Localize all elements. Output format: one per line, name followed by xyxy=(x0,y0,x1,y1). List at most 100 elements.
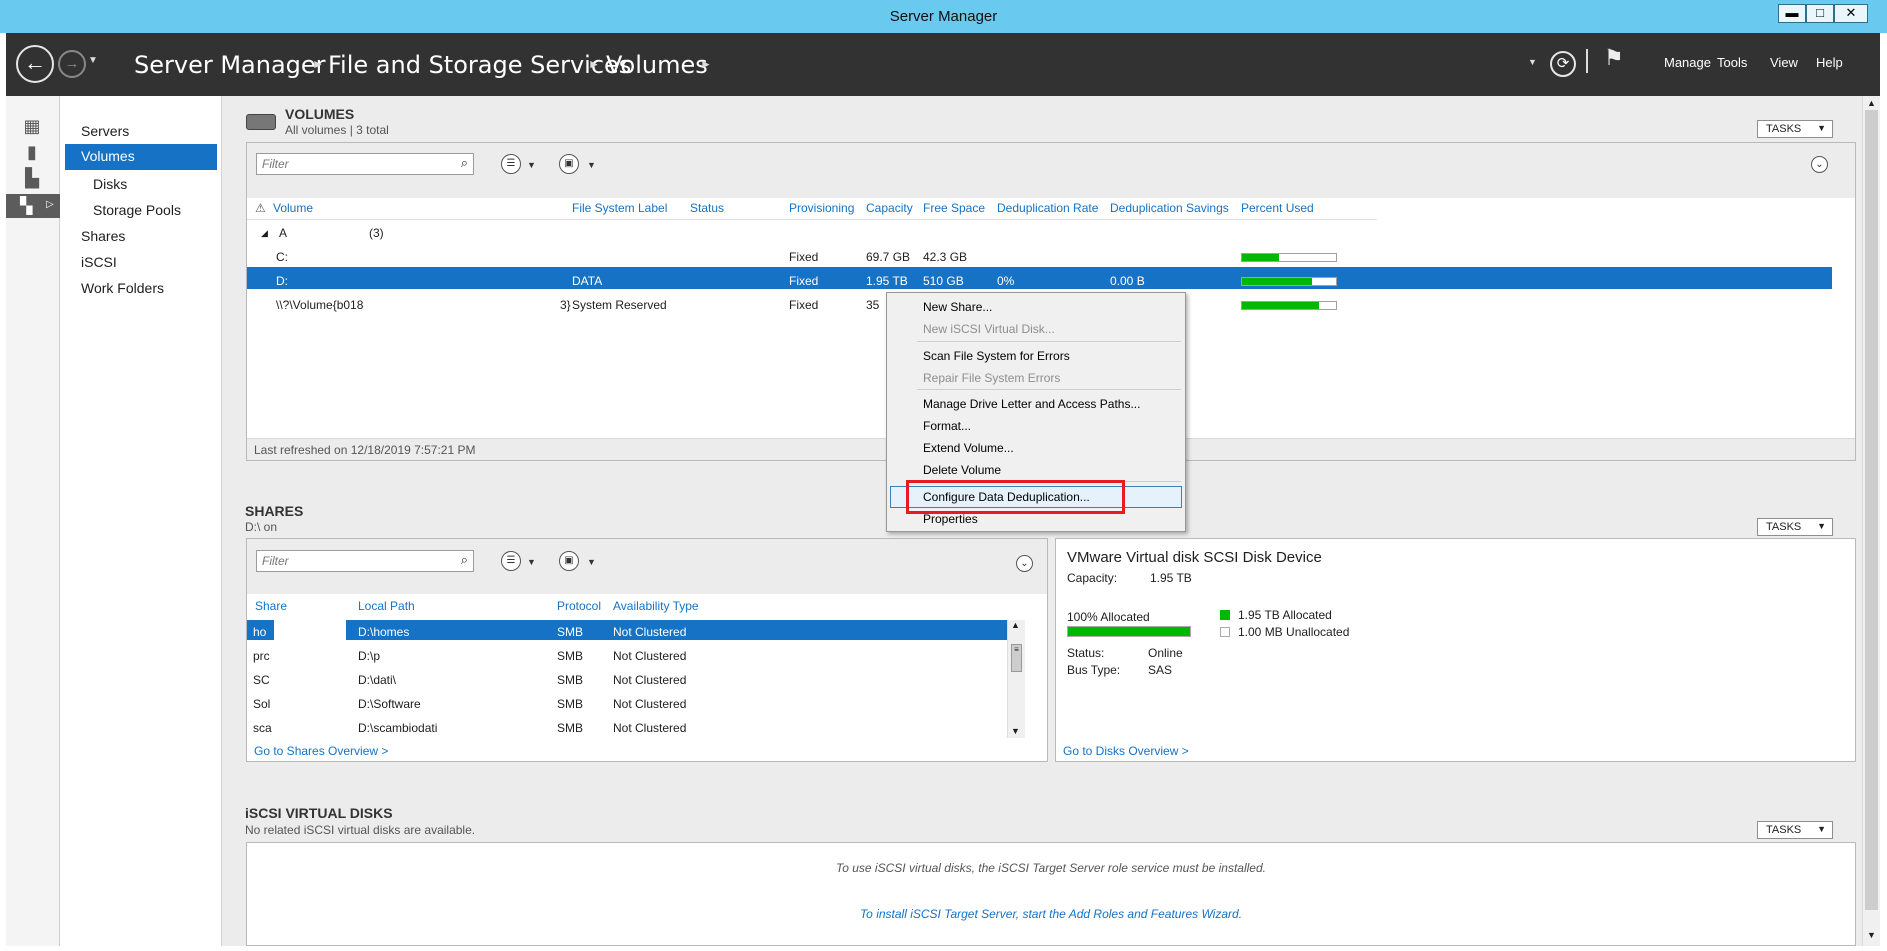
nav-item-storage-pools[interactable]: Storage Pools xyxy=(93,202,181,218)
search-icon[interactable]: ⌕ xyxy=(461,552,468,568)
notifications-flag-icon[interactable]: ⚑ xyxy=(1604,45,1624,71)
col-volume[interactable]: Volume xyxy=(273,201,313,215)
tasks-label: TASKS xyxy=(1766,824,1802,836)
iscsi-tasks-button[interactable]: TASKS ▼ xyxy=(1757,821,1833,839)
refresh-icon[interactable]: ⟳ xyxy=(1550,51,1576,77)
forward-arrow-icon[interactable]: → xyxy=(58,50,86,78)
menu-item-delete-volume[interactable]: Delete Volume xyxy=(923,463,1001,477)
save-query-icon[interactable]: ▣ xyxy=(559,551,579,571)
chevron-down-icon[interactable]: ▼ xyxy=(587,160,596,170)
save-query-icon[interactable]: ▣ xyxy=(559,154,579,174)
share-row-4-share[interactable]: Sol xyxy=(253,697,270,711)
menu-item-format[interactable]: Format... xyxy=(923,419,971,433)
volumes-tasks-button[interactable]: TASKS ▼ xyxy=(1757,120,1833,138)
close-button[interactable]: ✕ xyxy=(1834,4,1868,23)
go-to-disks-overview-link[interactable]: Go to Disks Overview > xyxy=(1063,744,1189,758)
col-dedup-rate[interactable]: Deduplication Rate xyxy=(997,201,1098,215)
minimize-button[interactable]: ▬ xyxy=(1778,4,1806,23)
menu-item-new-share[interactable]: New Share... xyxy=(923,300,992,314)
iscsi-install-link[interactable]: To install iSCSI Target Server, start th… xyxy=(247,907,1855,921)
menu-help[interactable]: Help xyxy=(1816,55,1843,70)
scroll-thumb[interactable] xyxy=(1865,110,1878,910)
col-capacity[interactable]: Capacity xyxy=(866,201,913,215)
scroll-up-icon[interactable]: ▲ xyxy=(1011,620,1020,630)
disk-tasks-button[interactable]: TASKS ▼ xyxy=(1757,518,1833,536)
dashboard-icon[interactable]: ▦ xyxy=(18,116,46,142)
nav-item-servers[interactable]: Servers xyxy=(81,123,129,139)
col-protocol[interactable]: Protocol xyxy=(557,599,601,613)
go-to-shares-overview-link[interactable]: Go to Shares Overview > xyxy=(254,744,388,758)
col-free-space[interactable]: Free Space xyxy=(923,201,985,215)
share-row-3-share[interactable]: SC xyxy=(253,673,270,687)
chevron-down-icon[interactable]: ▼ xyxy=(587,557,596,567)
group-expand-icon[interactable]: ◢ xyxy=(261,228,268,239)
scroll-down-icon[interactable]: ▼ xyxy=(1867,930,1876,940)
breadcrumb-server-manager[interactable]: Server Manager xyxy=(134,51,326,79)
collapse-icon[interactable]: ⌄ xyxy=(1016,555,1033,572)
back-arrow-icon[interactable]: ← xyxy=(16,45,54,83)
col-percent-used[interactable]: Percent Used xyxy=(1241,201,1314,215)
breadcrumb-volumes[interactable]: Volumes xyxy=(606,51,708,79)
vol-row-2-selected[interactable] xyxy=(247,267,1832,289)
shares-subtitle: D:\ on xyxy=(245,520,278,534)
col-share[interactable]: Share xyxy=(255,599,287,613)
scroll-up-icon[interactable]: ▲ xyxy=(1867,98,1876,108)
menu-item-properties[interactable]: Properties xyxy=(923,512,978,526)
file-storage-rail-selected[interactable]: ▚ ▷ xyxy=(6,194,60,218)
all-servers-icon[interactable]: ▙ xyxy=(18,168,46,194)
col-fs-label[interactable]: File System Label xyxy=(572,201,667,215)
volumes-filter-input[interactable]: Filter ⌕ xyxy=(256,153,474,175)
search-icon[interactable]: ⌕ xyxy=(461,155,468,171)
page-scrollbar[interactable]: ▲ ▼ xyxy=(1862,96,1880,946)
vol-row-1-capacity: 69.7 GB xyxy=(866,250,911,264)
nav-pane: Servers Volumes Disks Storage Pools Shar… xyxy=(60,96,222,946)
col-provisioning[interactable]: Provisioning xyxy=(789,201,854,215)
dropdown-icon[interactable]: ▼ xyxy=(1528,57,1537,67)
list-options-icon[interactable]: ☰ xyxy=(501,154,521,174)
disk-allocated-percent: 100% Allocated xyxy=(1067,610,1150,624)
nav-item-work-folders[interactable]: Work Folders xyxy=(81,280,164,296)
shares-scrollbar[interactable]: ▲ ≡ ▼ xyxy=(1007,620,1025,738)
chevron-down-icon: ▼ xyxy=(1817,824,1826,834)
window-titlebar: Server Manager ▬ □ ✕ xyxy=(0,0,1887,33)
col-status[interactable]: Status xyxy=(690,201,724,215)
breadcrumb-file-storage[interactable]: File and Storage Services xyxy=(328,51,631,79)
maximize-button[interactable]: □ xyxy=(1806,4,1834,23)
col-dedup-savings[interactable]: Deduplication Savings xyxy=(1110,201,1229,215)
nav-item-volumes[interactable]: Volumes xyxy=(65,144,217,170)
volumes-title: VOLUMES xyxy=(285,106,355,122)
share-row-2-share[interactable]: prc xyxy=(253,649,270,663)
redacted-block xyxy=(274,620,346,640)
vol-row-3-label: System Reserved xyxy=(572,298,667,312)
menu-item-scan-fs[interactable]: Scan File System for Errors xyxy=(923,349,1070,363)
group-label: A xyxy=(279,226,288,240)
nav-item-disks[interactable]: Disks xyxy=(93,176,127,192)
history-dropdown-icon[interactable]: ▼ xyxy=(88,55,98,66)
shares-filter-input[interactable]: Filter ⌕ xyxy=(256,550,474,572)
share-row-1-share[interactable]: ho xyxy=(253,625,266,639)
vol-row-1-volume[interactable]: C: xyxy=(276,250,288,264)
scroll-down-icon[interactable]: ▼ xyxy=(1011,726,1020,736)
menu-tools[interactable]: Tools xyxy=(1717,55,1747,70)
nav-item-shares[interactable]: Shares xyxy=(81,228,125,244)
share-row-5-share[interactable]: sca xyxy=(253,721,272,735)
menu-item-manage-drive-letter[interactable]: Manage Drive Letter and Access Paths... xyxy=(923,397,1140,411)
share-row-2-path: D:\p xyxy=(358,649,381,663)
local-server-icon[interactable]: ▮ xyxy=(18,142,46,168)
col-local-path[interactable]: Local Path xyxy=(358,599,415,613)
chevron-down-icon[interactable]: ▼ xyxy=(527,160,536,170)
menu-item-new-iscsi-disk: New iSCSI Virtual Disk... xyxy=(923,322,1055,336)
list-options-icon[interactable]: ☰ xyxy=(501,551,521,571)
vol-row-3-volume[interactable]: \\?\Volume{b018 xyxy=(276,298,363,312)
chevron-down-icon[interactable]: ▼ xyxy=(527,557,536,567)
collapse-icon[interactable]: ⌄ xyxy=(1811,156,1828,173)
disk-bustype-label: Bus Type: xyxy=(1067,663,1121,677)
menu-view[interactable]: View xyxy=(1770,55,1798,70)
col-availability[interactable]: Availability Type xyxy=(613,599,699,613)
menu-item-extend-volume[interactable]: Extend Volume... xyxy=(923,441,1014,455)
nav-item-iscsi[interactable]: iSCSI xyxy=(81,254,117,270)
window-title: Server Manager xyxy=(889,8,998,25)
vol-row-2-volume[interactable]: D: xyxy=(276,274,288,288)
menu-manage[interactable]: Manage xyxy=(1664,55,1711,70)
scroll-thumb[interactable]: ≡ xyxy=(1011,644,1022,672)
